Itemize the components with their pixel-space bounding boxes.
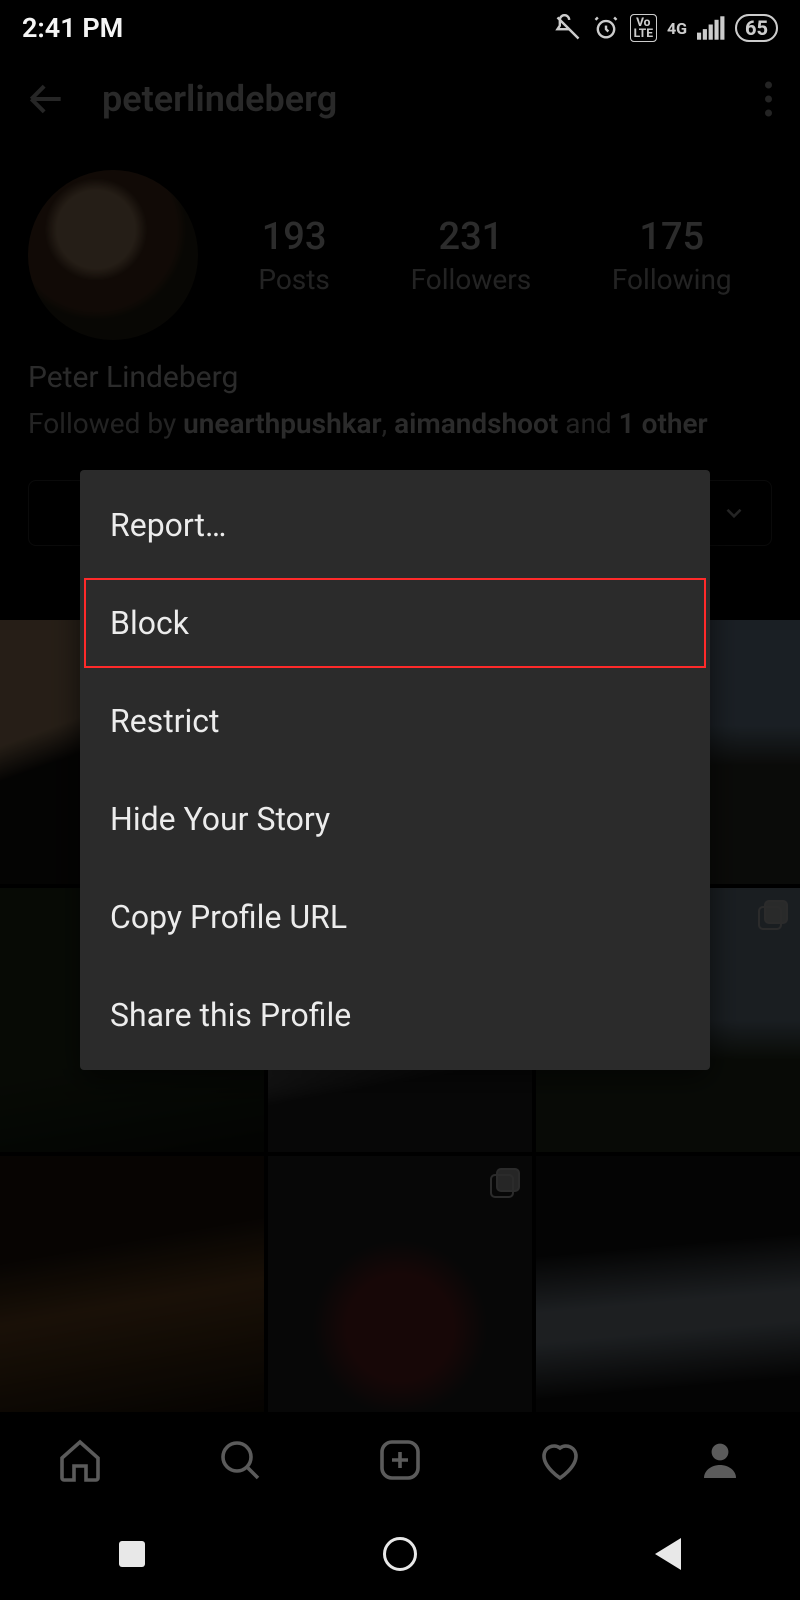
profile-icon[interactable] bbox=[696, 1436, 744, 1484]
options-menu: Report… Block Restrict Hide Your Story C… bbox=[80, 470, 710, 1070]
menu-item-report[interactable]: Report… bbox=[80, 476, 710, 574]
bottom-nav bbox=[0, 1412, 800, 1508]
menu-item-block[interactable]: Block bbox=[80, 574, 710, 672]
menu-item-copy-url[interactable]: Copy Profile URL bbox=[80, 868, 710, 966]
screen: peterlindeberg 193 Posts 231 Followers bbox=[0, 0, 800, 1600]
system-nav bbox=[0, 1508, 800, 1600]
home-icon[interactable] bbox=[56, 1436, 104, 1484]
back-button[interactable] bbox=[655, 1538, 681, 1570]
menu-item-hide-story[interactable]: Hide Your Story bbox=[80, 770, 710, 868]
recents-button[interactable] bbox=[119, 1541, 145, 1567]
home-button[interactable] bbox=[383, 1537, 417, 1571]
search-icon[interactable] bbox=[216, 1436, 264, 1484]
menu-item-share-profile[interactable]: Share this Profile bbox=[80, 966, 710, 1064]
new-post-icon[interactable] bbox=[376, 1436, 424, 1484]
menu-item-restrict[interactable]: Restrict bbox=[80, 672, 710, 770]
activity-heart-icon[interactable] bbox=[536, 1436, 584, 1484]
